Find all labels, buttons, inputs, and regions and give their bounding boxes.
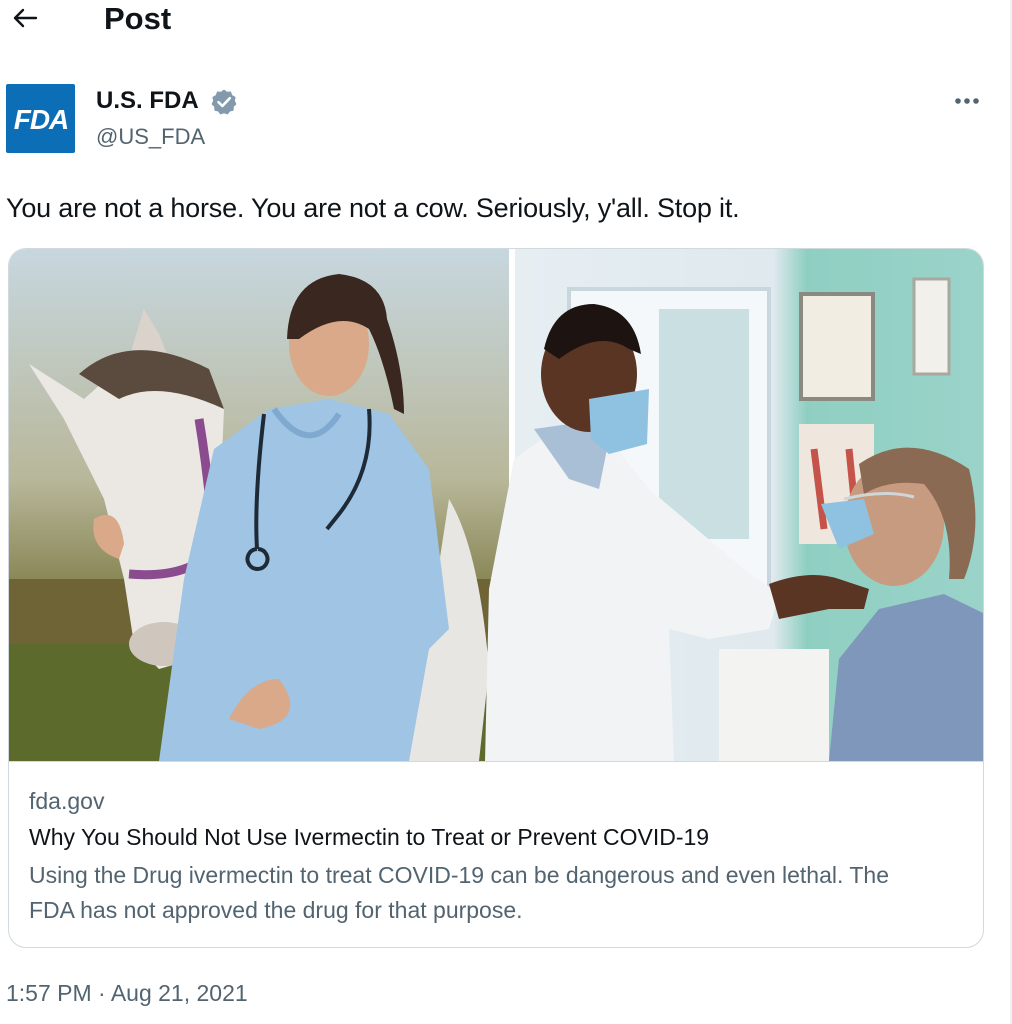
author-handle[interactable]: @US_FDA — [96, 122, 205, 152]
page-title: Post — [104, 1, 172, 36]
verified-badge-icon — [210, 88, 238, 116]
more-options-icon[interactable] — [950, 86, 984, 116]
author-name[interactable]: U.S. FDA — [96, 86, 199, 116]
svg-text:FDA: FDA — [13, 104, 68, 135]
fda-logo: FDA — [13, 104, 69, 135]
post-timestamp[interactable]: 1:57 PM · Aug 21, 2021 — [6, 978, 248, 1008]
post-header: Post — [0, 0, 1010, 40]
card-footer: fda.gov Why You Should Not Use Ivermecti… — [9, 761, 983, 947]
link-preview-card[interactable]: fda.gov Why You Should Not Use Ivermecti… — [8, 248, 984, 948]
card-description: Using the Drug ivermectin to treat COVID… — [29, 862, 889, 923]
post-text: You are not a horse. You are not a cow. … — [6, 193, 740, 223]
author-avatar[interactable]: FDA — [6, 84, 75, 153]
card-domain: fda.gov — [29, 788, 105, 814]
card-image — [9, 249, 983, 761]
post-page: Post FDA U.S. FDA @US_FDA You are not a … — [0, 0, 1012, 1024]
card-title[interactable]: Why You Should Not Use Ivermectin to Tre… — [29, 822, 709, 852]
back-arrow-icon[interactable] — [10, 3, 40, 33]
